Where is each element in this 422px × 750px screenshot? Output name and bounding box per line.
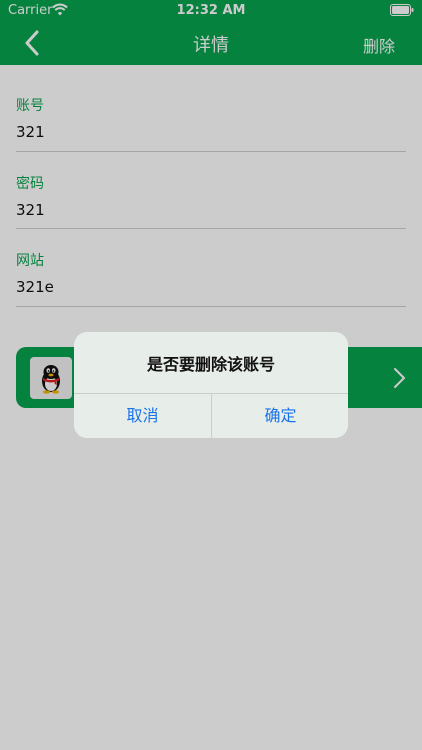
cancel-button[interactable]: 取消	[74, 394, 211, 438]
delete-confirm-dialog: 是否要删除该账号 取消 确定	[74, 332, 348, 438]
dialog-title: 是否要删除该账号	[146, 355, 275, 374]
confirm-button[interactable]: 确定	[212, 394, 348, 438]
